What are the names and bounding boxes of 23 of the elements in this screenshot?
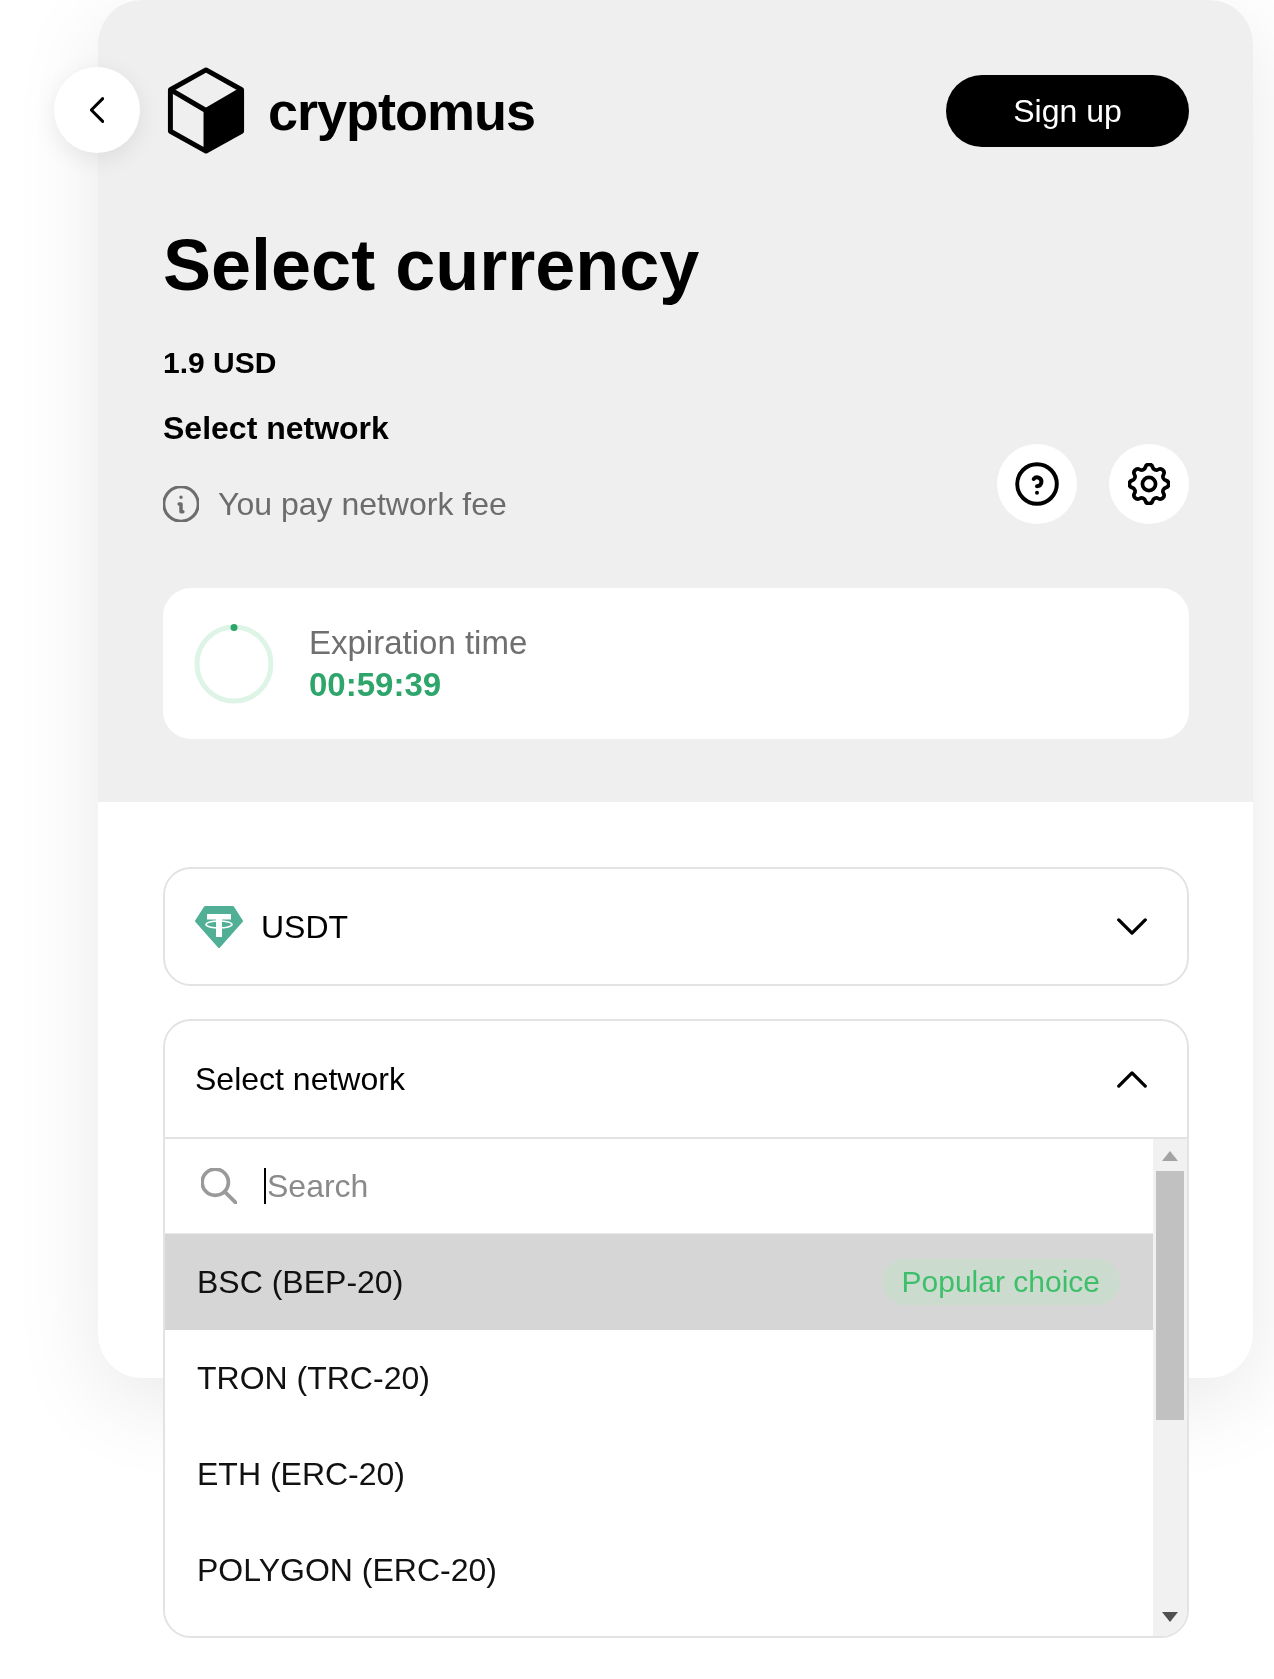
dropdown-header[interactable]: Select network [165, 1021, 1187, 1137]
expiration-time: 00:59:39 [309, 664, 443, 705]
help-icon [1015, 462, 1059, 506]
scroll-up-icon [1162, 1151, 1178, 1161]
tether-icon [194, 904, 244, 949]
cube-logo-icon [166, 66, 246, 155]
info-icon [163, 486, 199, 522]
text-cursor [264, 1168, 266, 1204]
chevron-left-icon [90, 97, 104, 123]
sign-up-button[interactable]: Sign up [946, 74, 1189, 147]
settings-icon [1128, 463, 1170, 505]
popular-badge: Popular choice [881, 1259, 1120, 1305]
search-icon [201, 1168, 237, 1204]
amount-text: 1.9 USD [163, 348, 278, 378]
countdown-ring-icon [194, 623, 274, 704]
network-option[interactable]: BSC (BEP-20) Popular choice [165, 1234, 1153, 1330]
scroll-down-icon [1162, 1612, 1178, 1622]
fee-note: You pay network fee [218, 486, 507, 522]
expiration-label: Expiration time [309, 622, 528, 663]
search-field[interactable]: Search [267, 1166, 1123, 1206]
currency-select[interactable]: USDT [163, 867, 1189, 986]
scrollbar-thumb[interactable] [1156, 1171, 1184, 1420]
network-label: Select network [163, 412, 390, 444]
